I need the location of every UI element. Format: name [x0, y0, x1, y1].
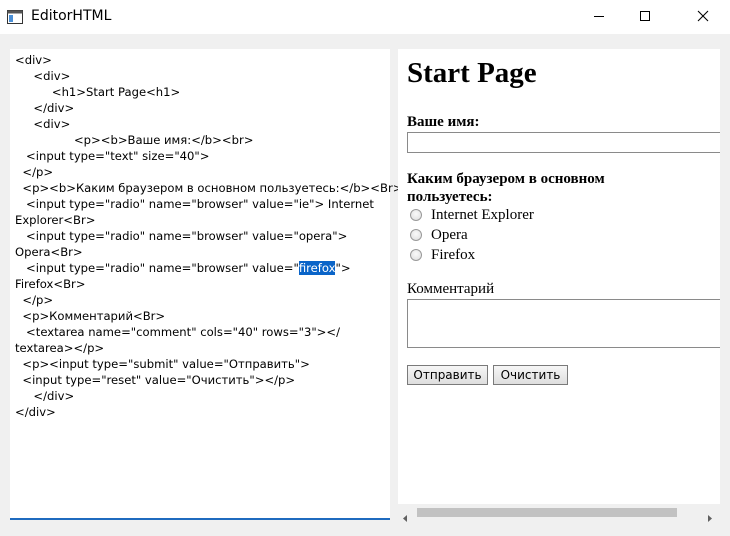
scroll-left-icon[interactable]: [401, 508, 409, 527]
radio-ie[interactable]: [410, 209, 422, 221]
preview-heading: Start Page: [407, 57, 537, 89]
radio-opera[interactable]: [410, 229, 422, 241]
code-lines-after: Firefox<Br> </p> <p>Комментарий<Br> <tex…: [15, 277, 340, 419]
code-text[interactable]: <div> <div> <h1>Start Page<h1> </div> <d…: [15, 52, 402, 420]
close-button[interactable]: [680, 0, 726, 32]
comment-textarea[interactable]: [407, 299, 720, 348]
code-lines-before: <div> <div> <h1>Start Page<h1> </div> <d…: [15, 53, 403, 259]
maximize-button[interactable]: [622, 0, 668, 32]
radio-firefox[interactable]: [410, 249, 422, 261]
window-title: EditorHTML: [31, 8, 112, 24]
selected-text: firefox: [298, 261, 336, 275]
browser-label: Каким браузером в основном пользуетесь:: [407, 171, 605, 205]
app-window-icon: [7, 9, 23, 24]
radio-option-opera[interactable]: Opera: [410, 226, 468, 244]
close-icon: [697, 10, 709, 22]
preview-horizontal-scrollbar[interactable]: [398, 504, 720, 522]
reset-button[interactable]: Очистить: [493, 365, 568, 385]
title-bar: EditorHTML: [0, 0, 730, 34]
scroll-right-icon[interactable]: [706, 508, 714, 527]
radio-label-firefox: Firefox: [431, 246, 476, 263]
html-editor[interactable]: <div> <div> <h1>Start Page<h1> </div> <d…: [10, 49, 402, 520]
submit-button[interactable]: Отправить: [407, 365, 488, 385]
scrollbar-thumb[interactable]: [417, 508, 677, 517]
radio-label-ie: Internet Explorer: [431, 206, 534, 223]
maximize-icon: [639, 10, 651, 22]
radio-option-ie[interactable]: Internet Explorer: [410, 206, 534, 224]
minimize-button[interactable]: [576, 0, 622, 32]
name-input[interactable]: [407, 132, 720, 153]
name-label: Ваше имя:: [407, 114, 480, 130]
minimize-icon: [593, 10, 605, 22]
radio-option-firefox[interactable]: Firefox: [410, 246, 475, 264]
radio-label-opera: Opera: [431, 226, 468, 243]
code-selection-prefix: <input type="radio" name="browser" value…: [15, 261, 299, 275]
comment-label: Комментарий: [407, 281, 495, 297]
html-preview: Start Page Ваше имя: Каким браузером в о…: [398, 49, 720, 504]
code-selection-suffix: ">: [335, 261, 351, 275]
